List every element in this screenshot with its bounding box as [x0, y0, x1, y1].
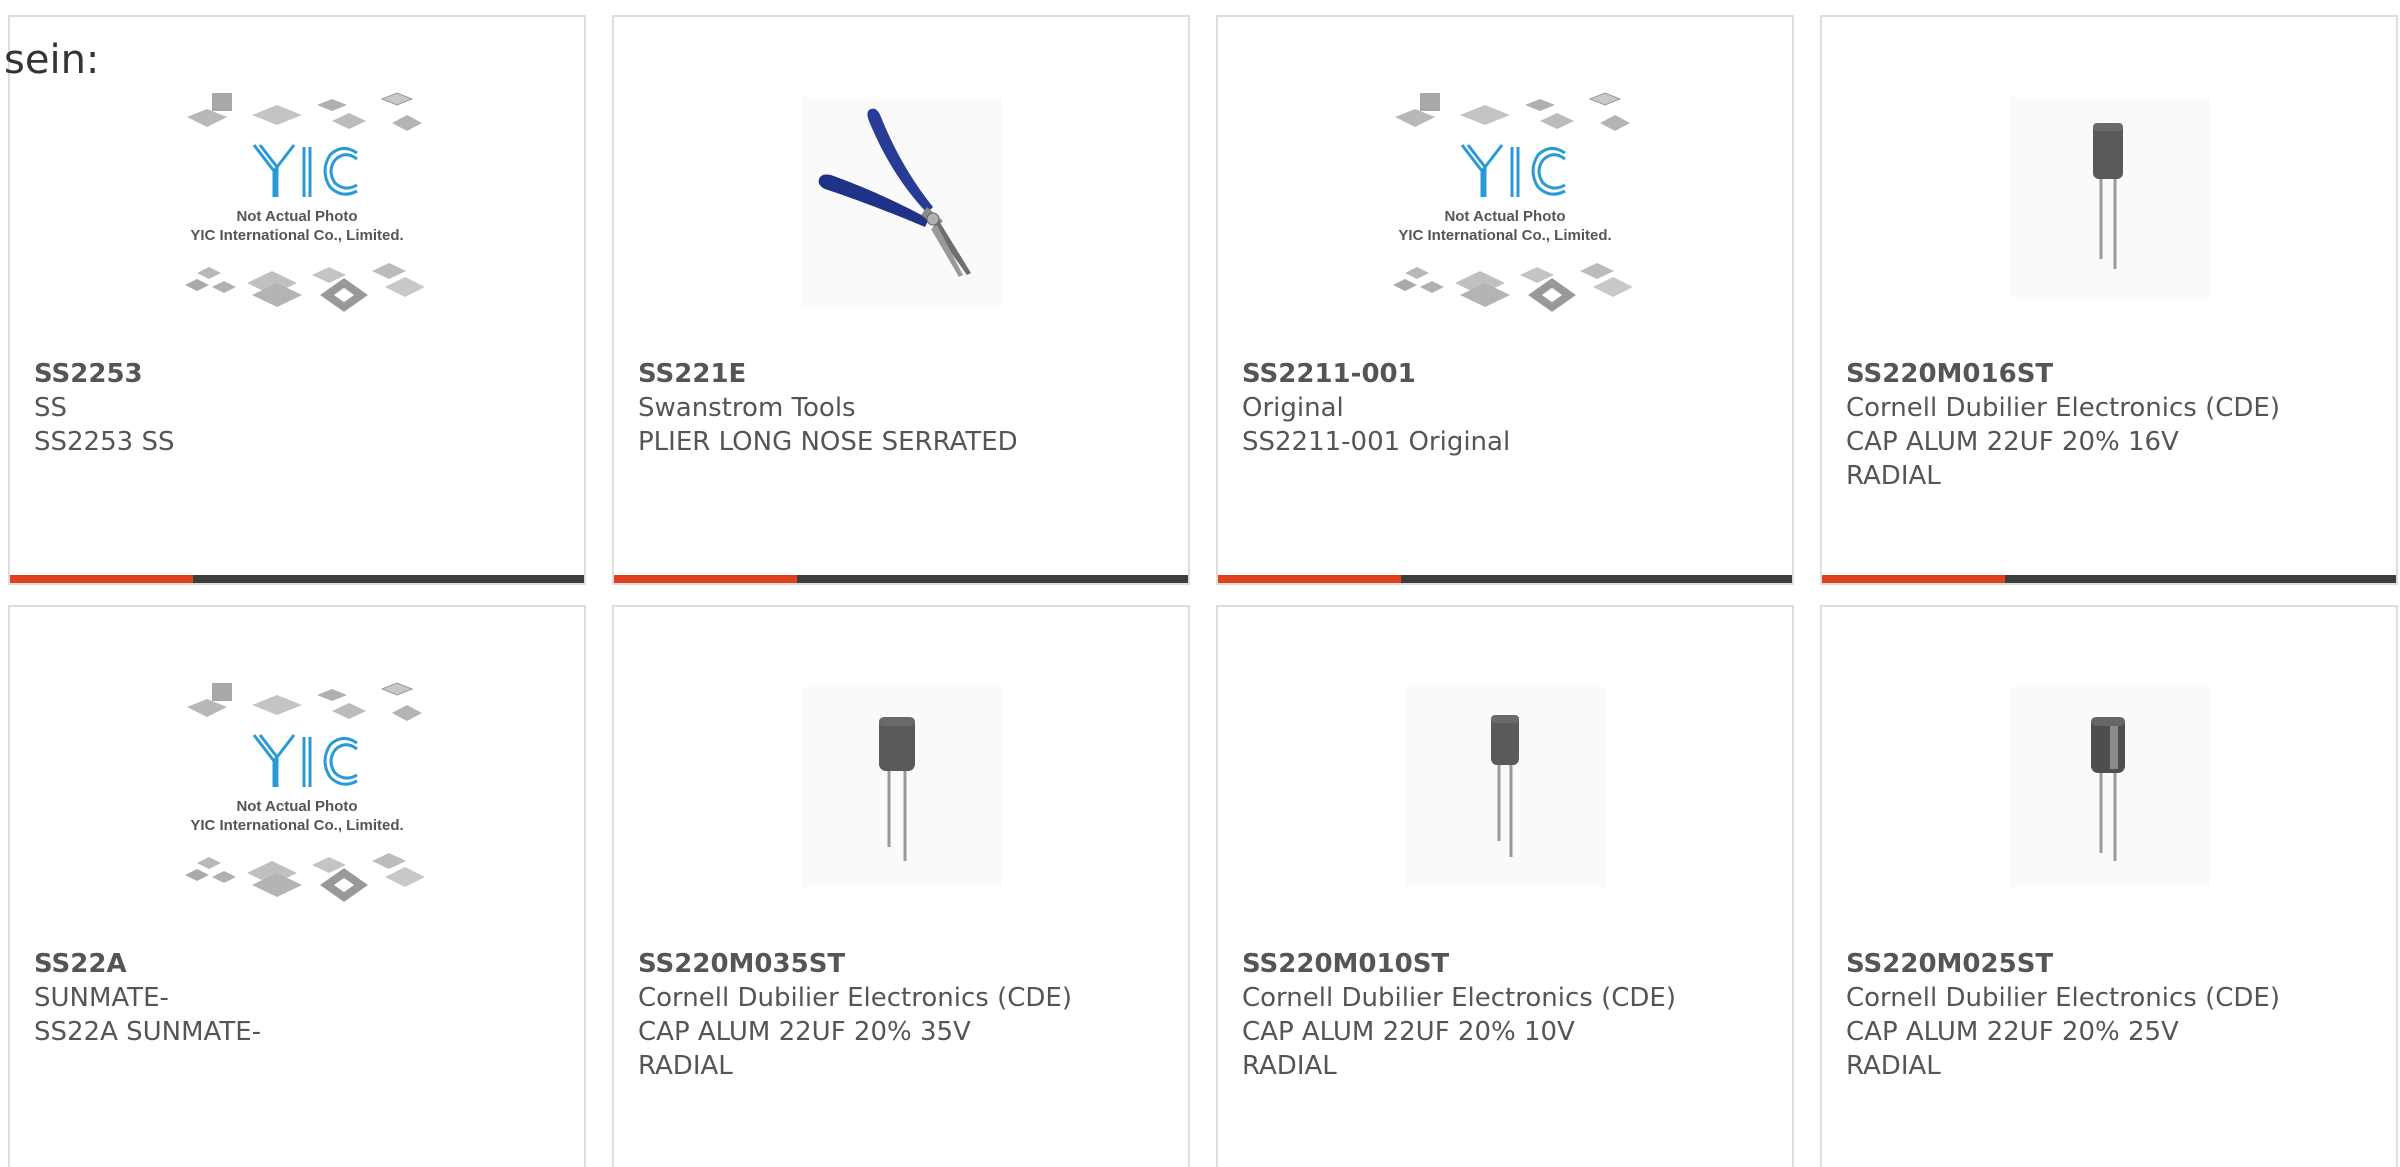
intro-text: sein:: [4, 37, 100, 83]
pliers-image: [761, 87, 1041, 327]
yic-placeholder-image: Not Actual Photo YIC International Co., …: [157, 677, 437, 917]
placeholder-line2: YIC International Co., Limited.: [1398, 227, 1611, 244]
description: CAP ALUM 22UF 20% 10V: [1242, 1017, 1575, 1047]
placeholder-line1: Not Actual Photo: [236, 208, 357, 225]
part-number[interactable]: SS220M025ST: [1846, 947, 2376, 981]
product-card[interactable]: SS220M035ST Cornell Dubilier Electronics…: [612, 605, 1190, 1167]
product-grid: Not Actual Photo YIC International Co., …: [8, 15, 2398, 1167]
product-card[interactable]: SS221E Swanstrom Tools PLIER LONG NOSE S…: [612, 15, 1190, 585]
manufacturer: SUNMATE-: [34, 983, 169, 1013]
description-line2: RADIAL: [1846, 1051, 1941, 1081]
card-bottom-bar: [614, 575, 1188, 583]
yic-placeholder-image: Not Actual Photo YIC International Co., …: [1365, 87, 1645, 327]
placeholder-line2: YIC International Co., Limited.: [190, 817, 403, 834]
description-line2: RADIAL: [638, 1051, 733, 1081]
card-bottom-bar: [1822, 575, 2396, 583]
description: PLIER LONG NOSE SERRATED: [638, 427, 1018, 457]
manufacturer: Original: [1242, 393, 1344, 423]
card-bottom-bar: [1218, 575, 1792, 583]
product-card[interactable]: SS220M025ST Cornell Dubilier Electronics…: [1820, 605, 2398, 1167]
description: CAP ALUM 22UF 20% 16V: [1846, 427, 2179, 457]
product-card[interactable]: SS220M010ST Cornell Dubilier Electronics…: [1216, 605, 1794, 1167]
placeholder-line1: Not Actual Photo: [236, 798, 357, 815]
part-number[interactable]: SS220M035ST: [638, 947, 1168, 981]
description: SS22A SUNMATE-: [34, 1017, 262, 1047]
yic-placeholder-image: Not Actual Photo YIC International Co., …: [157, 87, 437, 327]
part-number[interactable]: SS221E: [638, 357, 1168, 391]
part-number[interactable]: SS220M016ST: [1846, 357, 2376, 391]
description-line2: RADIAL: [1846, 461, 1941, 491]
description: SS2211-001 Original: [1242, 427, 1511, 457]
manufacturer: Cornell Dubilier Electronics (CDE): [638, 983, 1072, 1013]
description: CAP ALUM 22UF 20% 25V: [1846, 1017, 2179, 1047]
part-number[interactable]: SS220M010ST: [1242, 947, 1772, 981]
capacitor-image: [1969, 677, 2249, 917]
description-line2: RADIAL: [1242, 1051, 1337, 1081]
manufacturer: Cornell Dubilier Electronics (CDE): [1846, 983, 2280, 1013]
capacitor-image: [1969, 87, 2249, 327]
description: SS2253 SS: [34, 427, 175, 457]
page: sein: Not Actual Photo YIC International…: [0, 0, 2400, 1167]
part-number[interactable]: SS22A: [34, 947, 564, 981]
product-card[interactable]: Not Actual Photo YIC International Co., …: [1216, 15, 1794, 585]
manufacturer: Cornell Dubilier Electronics (CDE): [1846, 393, 2280, 423]
card-bottom-bar: [10, 575, 584, 583]
product-card[interactable]: Not Actual Photo YIC International Co., …: [8, 15, 586, 585]
manufacturer: Swanstrom Tools: [638, 393, 856, 423]
manufacturer: Cornell Dubilier Electronics (CDE): [1242, 983, 1676, 1013]
description: CAP ALUM 22UF 20% 35V: [638, 1017, 971, 1047]
manufacturer: SS: [34, 393, 68, 423]
capacitor-image: [1365, 677, 1645, 917]
capacitor-image: [761, 677, 1041, 917]
product-card[interactable]: Not Actual Photo YIC International Co., …: [8, 605, 586, 1167]
part-number[interactable]: SS2253: [34, 357, 564, 391]
placeholder-line2: YIC International Co., Limited.: [190, 227, 403, 244]
part-number[interactable]: SS2211-001: [1242, 357, 1772, 391]
product-card[interactable]: SS220M016ST Cornell Dubilier Electronics…: [1820, 15, 2398, 585]
placeholder-line1: Not Actual Photo: [1444, 208, 1565, 225]
